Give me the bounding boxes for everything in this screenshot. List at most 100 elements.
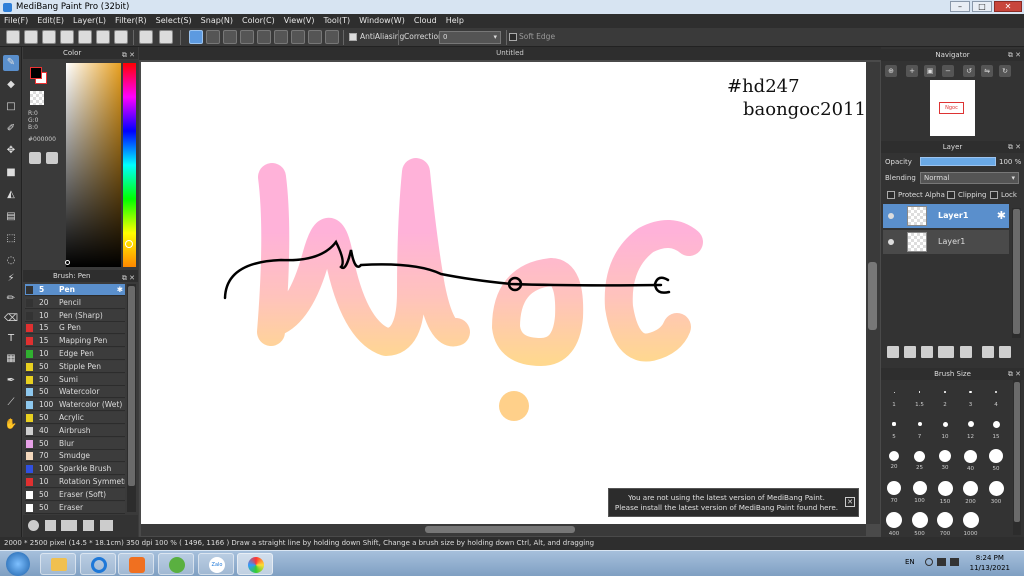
file-explorer-icon[interactable] — [40, 553, 76, 575]
gear-icon[interactable]: ✱ — [997, 204, 1006, 228]
menu-snap[interactable]: Snap(N) — [201, 14, 233, 28]
volume-icon[interactable] — [950, 558, 959, 566]
transparent-color-swatch[interactable] — [30, 91, 44, 105]
select-pen-icon[interactable]: ✐ — [3, 121, 19, 137]
menu-help[interactable]: Help — [446, 14, 464, 28]
network-icon[interactable] — [937, 558, 946, 566]
settings-icon[interactable] — [96, 30, 110, 44]
brush-item[interactable]: 5 Pen ✱ — [25, 284, 125, 296]
opacity-slider[interactable] — [920, 157, 996, 166]
move-tool-icon[interactable]: ✥ — [3, 143, 19, 159]
hand-tool-icon[interactable]: ✋ — [3, 417, 19, 433]
panel-close-icon[interactable]: ⧉ ✕ — [1008, 368, 1021, 380]
brush-item[interactable]: 50 Stipple Pen — [25, 360, 125, 373]
menu-view[interactable]: View(V) — [284, 14, 315, 28]
brush-size-preset[interactable] — [992, 420, 1000, 428]
brush-size-preset[interactable] — [911, 512, 928, 528]
brush-item[interactable]: 50 Blur — [25, 437, 125, 450]
text-tool-icon[interactable]: T — [3, 331, 19, 347]
select-eraser-icon[interactable]: ⌫ — [3, 311, 19, 327]
brush-size-preset[interactable] — [937, 480, 953, 496]
brush-size-preset[interactable] — [962, 512, 979, 528]
brush-item[interactable]: 100 Watercolor (Wet) — [25, 399, 125, 412]
eyedropper-icon[interactable]: ⟋ — [3, 395, 19, 411]
brush-size-preset[interactable] — [964, 449, 977, 463]
start-button[interactable] — [6, 552, 30, 576]
menu-layer[interactable]: Layer(L) — [73, 14, 106, 28]
palette-icon[interactable] — [29, 152, 41, 164]
brush-item[interactable]: 50 Eraser — [25, 501, 125, 514]
brush-item[interactable]: 50 Acrylic — [25, 412, 125, 424]
brush-size-preset[interactable] — [942, 421, 948, 427]
panel-close-icon[interactable]: ⧉ ✕ — [1008, 49, 1021, 61]
open-file-icon[interactable] — [60, 30, 74, 44]
hue-handle[interactable] — [125, 240, 133, 248]
layer-row[interactable]: Layer1 ✱ — [883, 204, 1009, 228]
brush-menu-icon[interactable] — [61, 520, 77, 531]
brush-size-preset[interactable] — [917, 422, 922, 426]
brush-item[interactable]: 20 Pencil — [25, 296, 125, 309]
scrollbar-thumb[interactable] — [1013, 209, 1020, 334]
hue-slider[interactable] — [123, 63, 136, 267]
brush-size-preset[interactable] — [944, 391, 946, 393]
brush-size-preset[interactable] — [967, 421, 974, 427]
document-tab[interactable]: Untitled — [139, 47, 881, 60]
menu-cloud[interactable]: Cloud — [414, 14, 437, 28]
undo-icon[interactable] — [139, 30, 153, 44]
brush-cloud-icon[interactable] — [28, 520, 39, 531]
menu-color[interactable]: Color(C) — [242, 14, 275, 28]
menu-tool[interactable]: Tool(T) — [323, 14, 350, 28]
brush-size-preset[interactable] — [886, 512, 902, 528]
fill-rectangle-icon[interactable]: ■ — [3, 165, 19, 181]
menu-file[interactable]: File(F) — [4, 14, 28, 28]
duplicate-layer-icon[interactable] — [982, 346, 994, 358]
brush-list-scrollbar[interactable] — [127, 284, 136, 512]
close-button[interactable]: ✕ — [994, 1, 1022, 12]
brush-size-scrollbar[interactable] — [1013, 380, 1021, 535]
brush-item[interactable]: 15 Mapping Pen — [25, 335, 125, 348]
input-language[interactable]: EN — [905, 558, 915, 566]
color-settings-icon[interactable] — [46, 152, 58, 164]
scrollbar-thumb[interactable] — [1014, 382, 1020, 522]
tray-expand-icon[interactable] — [925, 558, 933, 566]
maximize-button[interactable]: □ — [972, 1, 992, 12]
brush-item[interactable]: 10 Rotation Symmetry — [25, 476, 125, 488]
browser-app-icon[interactable] — [158, 553, 194, 575]
select-pen-tool-icon[interactable]: ✏ — [3, 291, 19, 307]
add-brush-icon[interactable] — [45, 520, 56, 531]
brush-size-preset[interactable] — [918, 391, 921, 393]
new-folder-icon[interactable] — [960, 346, 972, 358]
brush-folder-icon[interactable] — [100, 520, 113, 531]
snap-parallel-icon[interactable] — [206, 30, 220, 44]
zoom-out-icon[interactable]: − — [942, 65, 954, 77]
snap-circle-icon[interactable] — [274, 30, 288, 44]
brush-size-preset[interactable] — [893, 391, 895, 393]
panel-close-icon[interactable]: ⧉ ✕ — [1008, 141, 1021, 153]
cloud-icon[interactable] — [6, 30, 20, 44]
menu-filter[interactable]: Filter(R) — [115, 14, 147, 28]
correction-select[interactable]: 0 ▾ — [439, 31, 501, 44]
drawing-canvas[interactable]: #hd247 baongoc2011 — [141, 62, 866, 524]
layer-list-scrollbar[interactable] — [1012, 208, 1021, 338]
brush-size-preset[interactable] — [887, 481, 901, 495]
medibang-taskbar-icon[interactable] — [237, 553, 273, 575]
snap-vanishing-icon[interactable] — [240, 30, 254, 44]
layer-menu-icon[interactable] — [938, 346, 954, 358]
notification-close-icon[interactable]: ✕ — [845, 497, 855, 507]
rectangle-tool-icon[interactable]: □ — [3, 99, 19, 115]
lock-checkbox[interactable] — [990, 191, 998, 199]
brush-size-preset[interactable] — [969, 390, 972, 394]
brush-size-preset[interactable] — [912, 481, 927, 495]
snap-off-icon[interactable] — [189, 30, 203, 44]
rotate-right-icon[interactable]: ↻ — [999, 65, 1011, 77]
new-8bit-layer-icon[interactable] — [921, 346, 933, 358]
brush-size-preset[interactable] — [892, 422, 896, 426]
brush-size-preset[interactable] — [989, 449, 1003, 463]
brush-size-preset[interactable] — [963, 480, 978, 496]
brush-item[interactable]: 10 Edge Pen — [25, 348, 125, 360]
brush-item[interactable]: 40 Airbrush — [25, 424, 125, 437]
internet-explorer-icon[interactable] — [80, 553, 116, 575]
new-file-icon[interactable] — [42, 30, 56, 44]
visibility-icon[interactable] — [888, 213, 894, 219]
lasso-tool-icon[interactable]: ◌ — [3, 253, 19, 269]
